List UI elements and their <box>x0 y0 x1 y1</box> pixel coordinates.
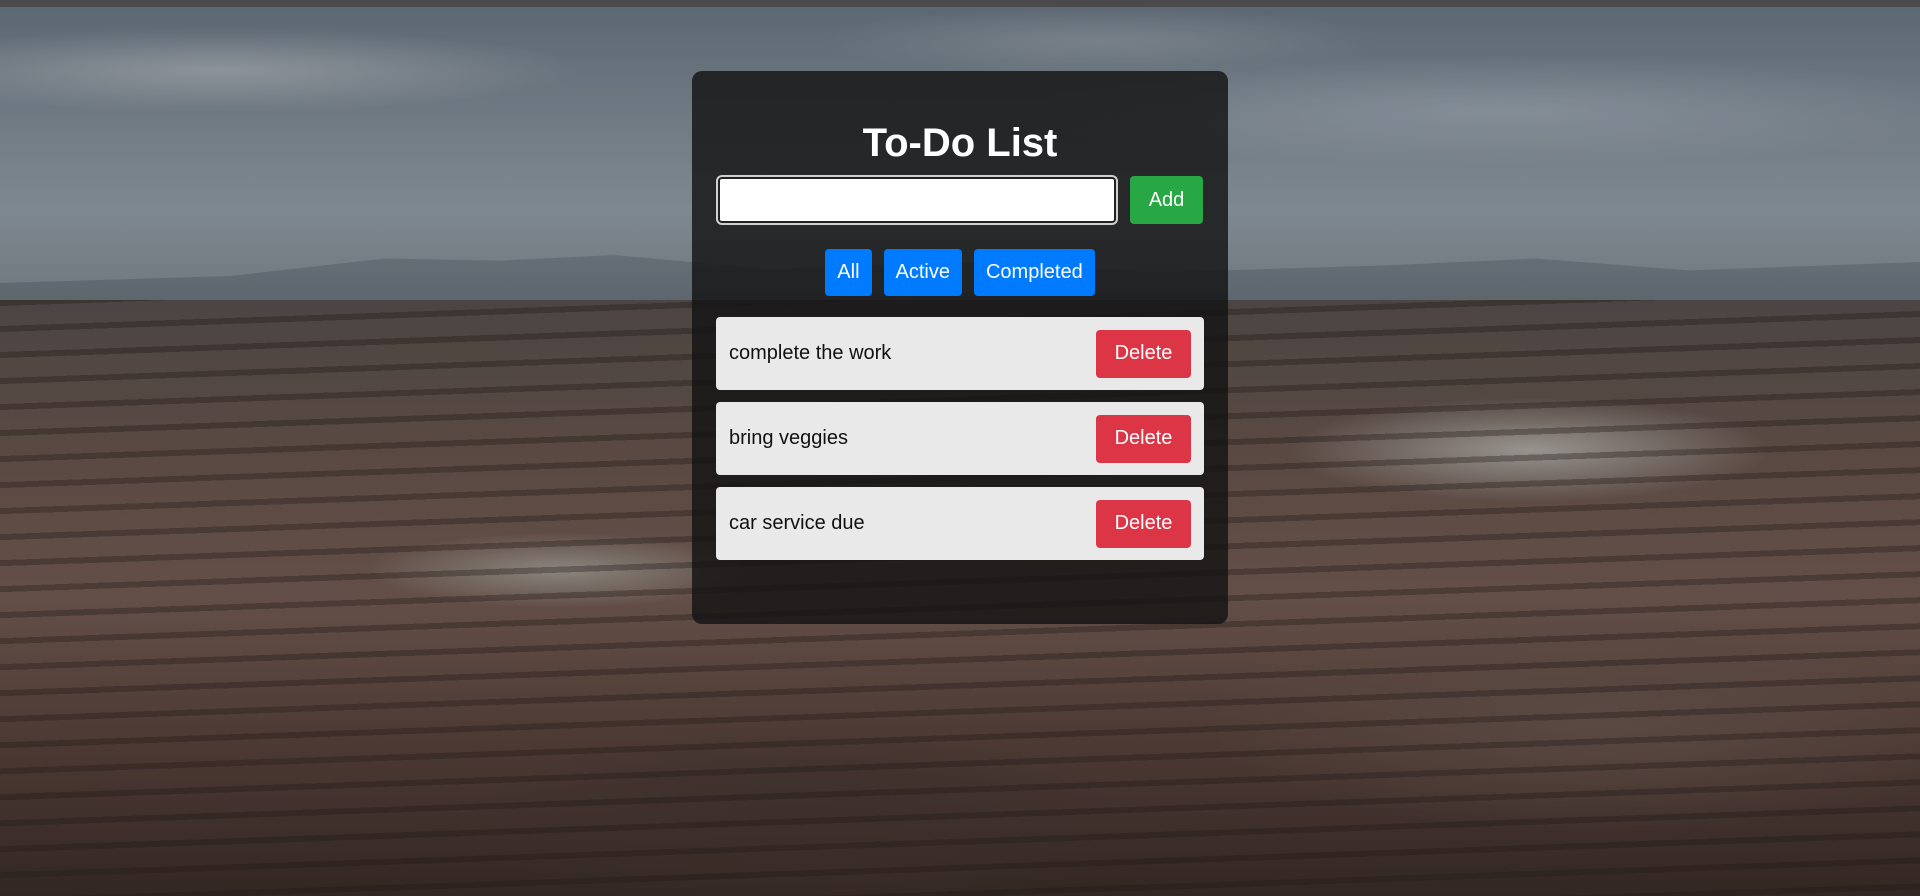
filter-active-button[interactable]: Active <box>883 249 962 296</box>
top-bar <box>0 0 1920 7</box>
filter-completed-button[interactable]: Completed <box>973 249 1095 296</box>
todo-card: To-Do List Add All Active Completed comp… <box>692 71 1228 624</box>
input-row: Add <box>716 175 1204 225</box>
filter-all-button[interactable]: All <box>825 249 872 296</box>
task-item[interactable]: bring veggies Delete <box>716 402 1204 475</box>
task-text: complete the work <box>729 342 892 364</box>
page-title: To-Do List <box>862 121 1058 165</box>
delete-button[interactable]: Delete <box>1096 414 1191 463</box>
delete-button[interactable]: Delete <box>1096 329 1191 378</box>
task-item[interactable]: complete the work Delete <box>716 317 1204 390</box>
task-item[interactable]: car service due Delete <box>716 487 1204 560</box>
task-text: bring veggies <box>729 427 848 449</box>
delete-button[interactable]: Delete <box>1096 499 1191 548</box>
task-list: complete the work Delete bring veggies D… <box>716 317 1204 560</box>
page: To-Do List Add All Active Completed comp… <box>0 0 1920 896</box>
filter-bar: All Active Completed <box>716 249 1204 296</box>
task-text: car service due <box>729 512 865 534</box>
task-input[interactable] <box>716 175 1118 225</box>
add-button[interactable]: Add <box>1130 176 1203 224</box>
